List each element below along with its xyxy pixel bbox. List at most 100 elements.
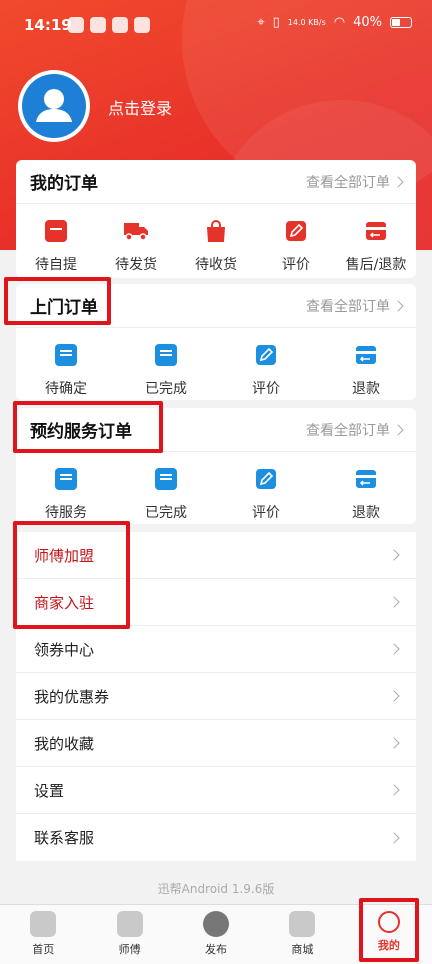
battery-icon	[390, 17, 412, 28]
home-icon	[30, 911, 57, 937]
chevron-right-icon	[388, 784, 400, 796]
tiktok-icon	[90, 17, 106, 33]
wifi-icon: ◠	[333, 15, 346, 30]
edit-icon	[256, 469, 276, 489]
tab-publish[interactable]: 发布	[173, 905, 259, 964]
chevron-right-icon	[388, 549, 400, 561]
card-header: 预约服务订单 查看全部订单	[16, 408, 416, 452]
menu-item-merchant-join[interactable]: 商家入驻	[16, 579, 416, 626]
service-orders-card: 预约服务订单 查看全部订单 待服务 已完成 评价 退款	[16, 408, 416, 524]
menu-label: 师傅加盟	[34, 546, 95, 565]
item-label: 待确定	[45, 381, 87, 397]
menu-item-my-coupons[interactable]: 我的优惠券	[16, 673, 416, 720]
edit-icon	[286, 221, 306, 241]
service-order-refund[interactable]: 退款	[326, 462, 406, 522]
truck-icon	[124, 223, 148, 241]
view-all-orders-link[interactable]: 查看全部订单	[306, 420, 404, 440]
user-icon	[377, 911, 400, 933]
app-icon	[134, 17, 150, 33]
tab-mine[interactable]: 我的	[346, 905, 432, 964]
app-icon	[68, 17, 84, 33]
tab-label: 发布	[205, 943, 228, 956]
menu-label: 我的优惠券	[34, 687, 110, 706]
tab-home[interactable]: 首页	[0, 905, 86, 964]
view-all-label: 查看全部订单	[306, 298, 390, 315]
menu-item-coupon-center[interactable]: 领券中心	[16, 626, 416, 673]
item-label: 待服务	[45, 505, 87, 521]
home-order-refund[interactable]: 退款	[326, 338, 406, 398]
tab-label: 我的	[377, 939, 400, 952]
status-time: 14:19	[24, 16, 72, 34]
card-title: 预约服务订单	[30, 422, 132, 442]
status-right: ⌖ ▯ 14.0 KB/s ◠ 40%	[257, 15, 412, 30]
tab-master[interactable]: 师傅	[86, 905, 172, 964]
status-bar: 14:19 ⌖ ▯ 14.0 KB/s ◠ 40%	[0, 0, 432, 52]
order-review[interactable]: 评价	[256, 214, 336, 274]
view-all-label: 查看全部订单	[306, 174, 390, 191]
menu-item-settings[interactable]: 设置	[16, 767, 416, 814]
tab-mall[interactable]: 商城	[259, 905, 345, 964]
menu-item-customer-service[interactable]: 联系客服	[16, 814, 416, 861]
item-label: 待发货	[115, 257, 157, 273]
item-label: 评价	[252, 381, 280, 397]
location-icon: ⌖	[257, 15, 265, 30]
item-label: 评价	[252, 505, 280, 521]
vibrate-icon: ▯	[272, 15, 280, 30]
service-order-done[interactable]: 已完成	[126, 462, 206, 522]
store-icon	[289, 911, 316, 937]
order-to-receive[interactable]: 待收货	[176, 214, 256, 274]
item-label: 待收货	[195, 257, 237, 273]
user-icon	[36, 89, 72, 122]
chevron-right-icon	[388, 643, 400, 655]
order-pickup[interactable]: 待自提	[16, 214, 96, 274]
view-all-orders-link[interactable]: 查看全部订单	[306, 296, 404, 316]
tab-label: 师傅	[118, 943, 141, 956]
app-icon	[112, 17, 128, 33]
order-to-ship[interactable]: 待发货	[96, 214, 176, 274]
service-order-review[interactable]: 评价	[226, 462, 306, 522]
menu-label: 商家入驻	[34, 593, 95, 612]
paper-plane-icon	[203, 911, 230, 937]
chevron-right-icon	[388, 831, 400, 844]
chevron-right-icon	[388, 737, 400, 749]
menu-item-master-join[interactable]: 师傅加盟	[16, 532, 416, 579]
item-label: 已完成	[145, 381, 187, 397]
refund-icon	[356, 346, 376, 364]
card-title: 上门订单	[30, 298, 98, 318]
home-order-done[interactable]: 已完成	[126, 338, 206, 398]
chevron-right-icon	[392, 299, 404, 312]
menu-item-favorites[interactable]: 我的收藏	[16, 720, 416, 767]
view-all-label: 查看全部订单	[306, 422, 390, 439]
chevron-right-icon	[392, 423, 404, 436]
home-order-pending[interactable]: 待确定	[26, 338, 106, 398]
home-orders-card: 上门订单 查看全部订单 待确定 已完成 评价 退款	[16, 284, 416, 400]
item-label: 退款	[352, 505, 380, 521]
chevron-right-icon	[392, 175, 404, 188]
service-order-pending[interactable]: 待服务	[26, 462, 106, 522]
item-label: 评价	[282, 257, 310, 273]
bottom-tab-bar: 首页 师傅 发布 商城 我的	[0, 904, 432, 964]
menu-label: 领券中心	[34, 640, 95, 659]
item-label: 售后/退款	[345, 257, 407, 273]
refund-icon	[356, 470, 376, 488]
tab-label: 商城	[291, 943, 314, 956]
menu-label: 联系客服	[34, 829, 95, 847]
avatar[interactable]	[18, 70, 90, 142]
notification-icons	[68, 17, 150, 33]
order-after-sale[interactable]: 售后/退款	[336, 214, 416, 274]
chevron-right-icon	[388, 690, 400, 702]
bag-icon	[207, 220, 225, 242]
login-link[interactable]: 点击登录	[108, 95, 172, 119]
menu-label: 我的收藏	[34, 734, 95, 753]
battery-percent: 40%	[353, 15, 382, 30]
card-title: 我的订单	[30, 174, 98, 194]
net-speed: 14.0 KB/s	[287, 17, 326, 27]
worker-icon	[116, 911, 143, 937]
edit-icon	[256, 345, 276, 365]
refund-icon	[366, 222, 386, 240]
view-all-orders-link[interactable]: 查看全部订单	[306, 172, 404, 192]
card-header: 我的订单 查看全部订单	[16, 160, 416, 204]
item-label: 已完成	[145, 505, 187, 521]
home-order-review[interactable]: 评价	[226, 338, 306, 398]
check-document-icon	[155, 344, 177, 366]
